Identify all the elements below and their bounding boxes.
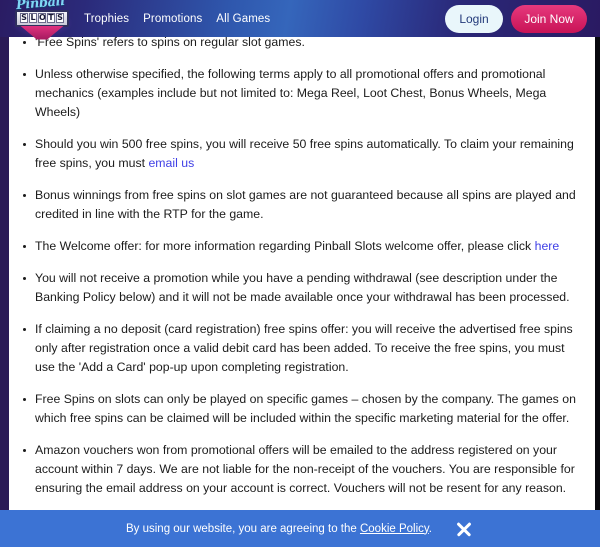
term-item: Bonus winnings from free spins on slot g…	[23, 186, 581, 224]
term-text: 'Free Spins' refers to spins on regular …	[35, 37, 305, 49]
term-text: You will not receive a promotion while y…	[35, 271, 570, 304]
term-item: 'Free Spins' refers to spins on regular …	[23, 37, 581, 52]
cookie-text-after: .	[428, 522, 432, 535]
term-text: Amazon vouchers won from promotional off…	[35, 443, 575, 495]
logo-letter-o: O	[38, 13, 46, 23]
logo-letter-s1: S	[20, 13, 28, 23]
term-item: Free Spins on slots can only be played o…	[23, 390, 581, 428]
nav-item-trophies[interactable]: Trophies	[84, 13, 129, 25]
right-edge-strip	[595, 36, 600, 547]
terms-list: 'Free Spins' refers to spins on regular …	[9, 37, 595, 547]
term-text: Bonus winnings from free spins on slot g…	[35, 188, 576, 221]
login-button[interactable]: Login	[445, 4, 503, 33]
join-now-button[interactable]: Join Now	[511, 4, 587, 33]
cookie-policy-link[interactable]: Cookie Policy	[360, 523, 429, 535]
term-item: Unless otherwise specified, the followin…	[23, 65, 581, 122]
page-root: Pinball S L O T S Trophies Promotions Al…	[0, 0, 600, 547]
term-item: If claiming a no deposit (card registrat…	[23, 320, 581, 377]
term-text: The Welcome offer: for more information …	[35, 239, 535, 253]
term-item: Should you win 500 free spins, you will …	[23, 135, 581, 173]
term-text: If claiming a no deposit (card registrat…	[35, 322, 573, 374]
site-logo[interactable]: Pinball S L O T S	[11, 0, 73, 42]
nav-item-promotions[interactable]: Promotions	[143, 13, 202, 25]
site-header: Pinball S L O T S Trophies Promotions Al…	[0, 0, 600, 40]
term-text: Unless otherwise specified, the followin…	[35, 67, 547, 119]
term-text: Free Spins on slots can only be played o…	[35, 392, 576, 425]
auth-buttons: Login Join Now	[445, 4, 587, 33]
cookie-consent-text: By using our website, you are agreeing t…	[126, 523, 432, 535]
close-icon[interactable]	[454, 519, 474, 539]
left-edge-strip	[0, 36, 9, 547]
term-item: Amazon vouchers won from promotional off…	[23, 441, 581, 498]
terms-content-area: 'Free Spins' refers to spins on regular …	[9, 37, 595, 547]
term-item: The Welcome offer: for more information …	[23, 237, 581, 256]
logo-letter-l: L	[29, 13, 37, 23]
logo-letter-t: T	[47, 13, 55, 23]
inline-link[interactable]: email us	[148, 156, 194, 170]
logo-base-shape	[20, 25, 64, 40]
cookie-consent-banner: By using our website, you are agreeing t…	[0, 510, 600, 547]
inline-link[interactable]: here	[535, 239, 560, 253]
term-text: Should you win 500 free spins, you will …	[35, 137, 574, 170]
cookie-text-before: By using our website, you are agreeing t…	[125, 522, 360, 535]
term-item: You will not receive a promotion while y…	[23, 269, 581, 307]
logo-letter-s2: S	[56, 13, 64, 23]
logo-slots-plaque: S L O T S	[15, 9, 69, 27]
main-navigation: Trophies Promotions All Games	[84, 13, 270, 25]
nav-item-all-games[interactable]: All Games	[216, 13, 270, 25]
